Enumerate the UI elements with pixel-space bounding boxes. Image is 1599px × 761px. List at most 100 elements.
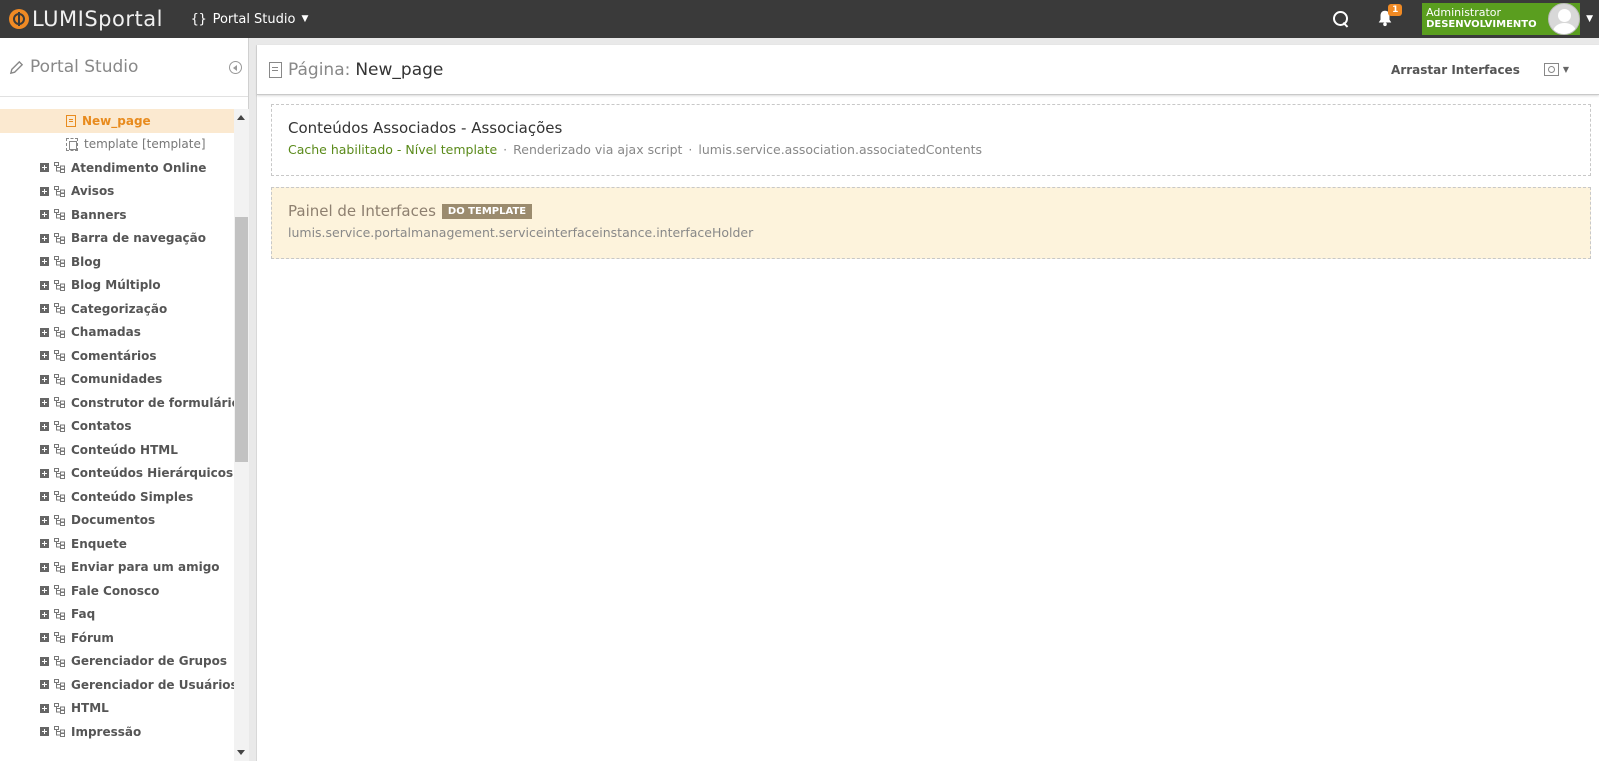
tree-item[interactable]: Gerenciador de Usuários: [0, 673, 234, 697]
tree-item[interactable]: Categorização: [0, 297, 234, 321]
tree-item-label: Avisos: [71, 184, 115, 199]
zoom-dropdown[interactable]: ▼: [1543, 63, 1569, 76]
document-icon: [269, 61, 282, 78]
interface-card-interface-panel[interactable]: Painel de Interfaces DO TEMPLATE lumis.se…: [271, 187, 1591, 259]
channel-icon: [54, 585, 65, 597]
channel-icon: [54, 514, 65, 526]
tree-item[interactable]: Comunidades: [0, 368, 234, 392]
tree-item-label: HTML: [71, 701, 109, 716]
expand-icon[interactable]: [40, 727, 49, 737]
expand-icon[interactable]: [40, 656, 49, 666]
expand-icon[interactable]: [40, 703, 49, 713]
tree-item-label: Barra de navegação: [71, 231, 207, 246]
expand-icon[interactable]: [40, 562, 49, 572]
channel-icon: [54, 256, 65, 268]
tree-item[interactable]: Faq: [0, 603, 234, 627]
tree-item[interactable]: Comentários: [0, 344, 234, 368]
expand-icon[interactable]: [40, 163, 49, 173]
tree-item[interactable]: Conteúdo Simples: [0, 485, 234, 509]
scroll-down-icon[interactable]: [237, 750, 245, 755]
tree-item[interactable]: Fórum: [0, 626, 234, 650]
main-panel: Página: New_page Arrastar Interfaces ▼ C…: [256, 45, 1599, 761]
tree-item[interactable]: Conteúdos Hierárquicos: [0, 462, 234, 486]
tree-item[interactable]: Atendimento Online: [0, 156, 234, 180]
tree-item[interactable]: Blog: [0, 250, 234, 274]
zoom-icon: [1543, 63, 1559, 76]
user-chevron-down-icon[interactable]: ▼: [1586, 14, 1593, 24]
notifications-button[interactable]: 1: [1376, 4, 1403, 29]
tree-item-template[interactable]: template [template]: [0, 133, 234, 157]
card-title: Conteúdos Associados - Associações: [288, 119, 563, 137]
tree-item[interactable]: Fale Conosco: [0, 579, 234, 603]
tree-item[interactable]: Barra de navegação: [0, 227, 234, 251]
expand-icon[interactable]: [40, 186, 49, 196]
tree-item[interactable]: Avisos: [0, 180, 234, 204]
expand-icon[interactable]: [40, 398, 49, 408]
channel-icon: [54, 350, 65, 362]
template-badge: DO TEMPLATE: [441, 204, 533, 219]
tree-item-label: Contatos: [71, 419, 132, 434]
drag-interfaces-button[interactable]: Arrastar Interfaces: [1391, 63, 1520, 77]
expand-icon[interactable]: [40, 633, 49, 643]
scroll-up-icon[interactable]: [237, 115, 245, 120]
tree-item[interactable]: Gerenciador de Grupos: [0, 650, 234, 674]
channel-icon: [54, 185, 65, 197]
expand-icon[interactable]: [40, 680, 49, 690]
tree-item-new-page[interactable]: New_page: [0, 109, 234, 133]
service-id: lumis.service.portalmanagement.servicein…: [288, 225, 754, 240]
expand-icon[interactable]: [40, 233, 49, 243]
tree-item[interactable]: Contatos: [0, 415, 234, 439]
tree-item[interactable]: Construtor de formulários: [0, 391, 234, 415]
tree-item[interactable]: Blog Múltiplo: [0, 274, 234, 298]
expand-icon[interactable]: [40, 468, 49, 478]
scroll-thumb[interactable]: [235, 217, 248, 462]
lumis-logo[interactable]: LUMISportal: [9, 0, 163, 38]
tree-item[interactable]: HTML: [0, 697, 234, 721]
channel-icon: [54, 632, 65, 644]
expand-icon[interactable]: [40, 210, 49, 220]
tree-item[interactable]: Impressão: [0, 720, 234, 744]
tree-item[interactable]: Enviar para um amigo: [0, 556, 234, 580]
expand-icon[interactable]: [40, 351, 49, 361]
sidebar-scrollbar[interactable]: [234, 109, 249, 761]
interface-card-associated-contents[interactable]: Conteúdos Associados - Associações Cache…: [271, 104, 1591, 176]
collapse-sidebar-icon[interactable]: [229, 60, 242, 74]
expand-icon[interactable]: [40, 280, 49, 290]
channel-icon: [54, 232, 65, 244]
tree-item[interactable]: Enquete: [0, 532, 234, 556]
channel-icon: [54, 209, 65, 221]
top-bar: LUMISportal {} Portal Studio ▼ 1 Adminis…: [0, 0, 1599, 38]
expand-icon[interactable]: [40, 327, 49, 337]
portal-tree: New_page template [template] Atendimento…: [0, 109, 234, 761]
user-menu[interactable]: Administrator DESENVOLVIMENTO: [1422, 3, 1581, 35]
search-icon[interactable]: [1332, 10, 1350, 28]
tree-item[interactable]: Chamadas: [0, 321, 234, 345]
tree-item-label: Banners: [71, 207, 127, 222]
tree-item[interactable]: Banners: [0, 203, 234, 227]
expand-icon[interactable]: [40, 257, 49, 267]
template-icon: [66, 137, 78, 151]
expand-icon[interactable]: [40, 492, 49, 502]
tree-item[interactable]: Documentos: [0, 509, 234, 533]
tree-item[interactable]: Conteúdo HTML: [0, 438, 234, 462]
sidebar-header: Portal Studio: [0, 38, 248, 97]
expand-icon[interactable]: [40, 445, 49, 455]
expand-icon[interactable]: [40, 609, 49, 619]
service-id: lumis.service.association.associatedCont…: [698, 142, 983, 157]
tree-item-label: Impressão: [71, 724, 142, 739]
expand-icon[interactable]: [40, 586, 49, 596]
channel-icon: [54, 726, 65, 738]
expand-icon[interactable]: [40, 421, 49, 431]
expand-icon[interactable]: [40, 374, 49, 384]
tree-item-label: Faq: [71, 607, 96, 622]
tree-item-label: Comunidades: [71, 372, 163, 387]
channel-icon: [54, 608, 65, 620]
expand-icon[interactable]: [40, 515, 49, 525]
chevron-down-icon: ▼: [301, 14, 309, 24]
expand-icon[interactable]: [40, 304, 49, 314]
studio-switcher[interactable]: {} Portal Studio ▼: [191, 12, 308, 27]
environment-label: DESENVOLVIMENTO: [1426, 19, 1537, 30]
expand-icon[interactable]: [40, 539, 49, 549]
channel-icon: [54, 655, 65, 667]
tree-item-label: Gerenciador de Usuários: [71, 677, 234, 692]
